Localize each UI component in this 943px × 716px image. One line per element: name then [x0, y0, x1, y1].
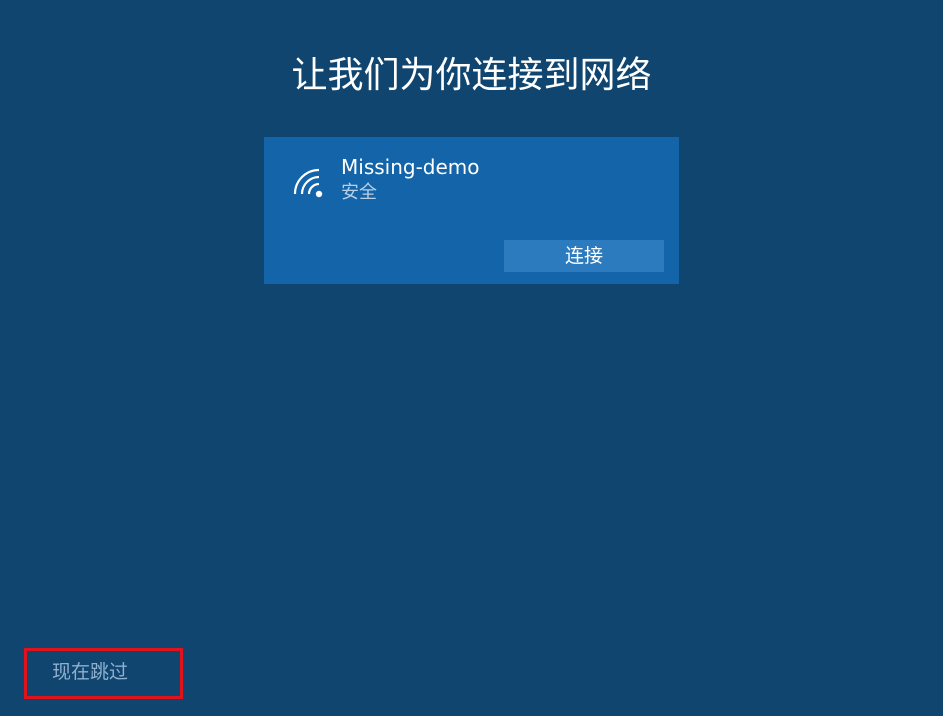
network-security-status: 安全: [341, 182, 377, 203]
skip-for-now-link[interactable]: 现在跳过: [52, 659, 128, 685]
page-title: 让我们为你连接到网络: [291, 55, 652, 96]
wifi-icon: [290, 165, 326, 199]
network-list-item[interactable]: Missing-demo 安全 连接: [264, 137, 679, 284]
network-name: Missing-demo: [341, 155, 480, 179]
network-setup-page: 让我们为你连接到网络 Missing-demo 安全 连接 现在跳过: [0, 0, 943, 716]
connect-button[interactable]: 连接: [504, 240, 664, 272]
